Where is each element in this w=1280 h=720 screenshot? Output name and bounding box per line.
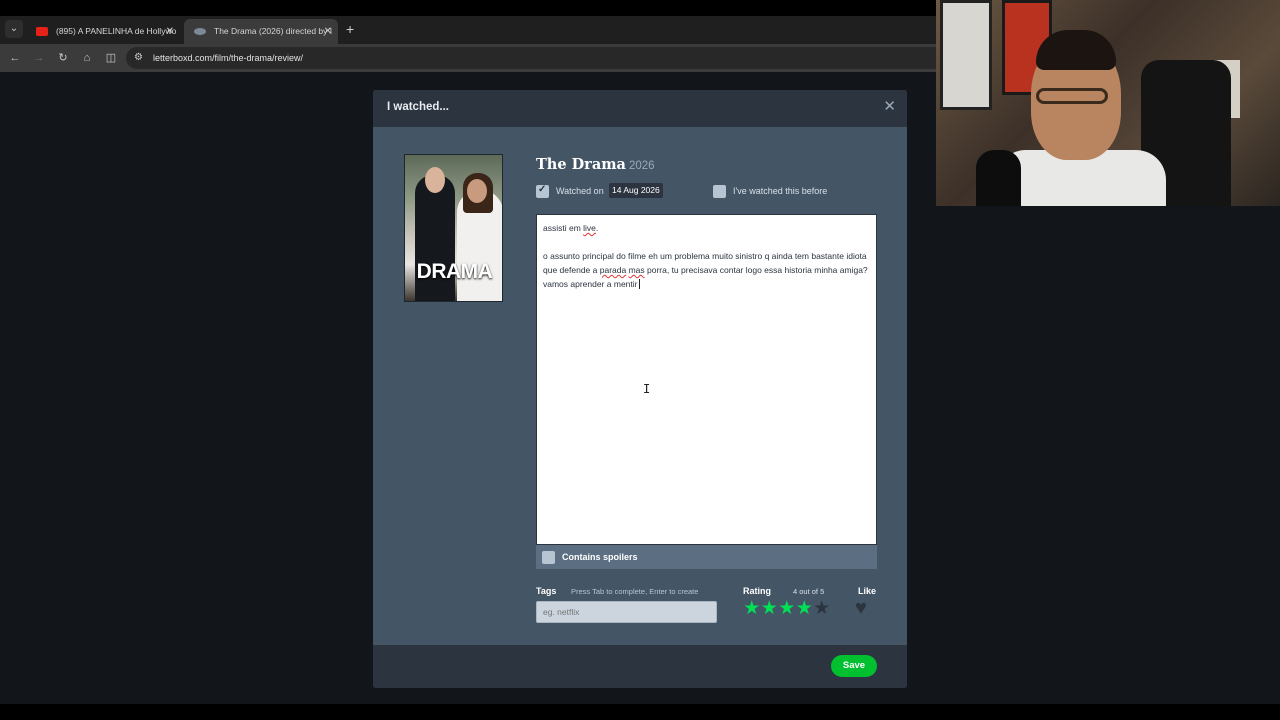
screen-bottom-strip (0, 704, 1280, 720)
youtube-icon (36, 27, 48, 36)
text-cursor-icon: I (643, 382, 651, 396)
close-icon[interactable]: ✕ (883, 99, 896, 115)
film-title: The Drama 2026 (536, 156, 655, 173)
tags-hint: Press Tab to complete, Enter to create (571, 587, 699, 596)
rating-label: Rating (743, 586, 771, 596)
browser-tab-youtube[interactable]: (895) A PANELINHA de Hollywo ✕ (26, 19, 180, 44)
star-icon[interactable]: ★ (796, 599, 814, 619)
wall-poster (940, 0, 992, 110)
modal-body: DRAMA The Drama2026 Watched on 14 Aug 20… (373, 127, 907, 645)
film-poster: DRAMA (404, 154, 503, 302)
tab-list-button[interactable]: ⌄ (5, 20, 23, 38)
spoiler-bar: Contains spoilers (536, 545, 877, 569)
modal-title: I watched... (387, 101, 449, 113)
film-year[interactable]: 2026 (629, 160, 655, 172)
split-view-icon[interactable]: ◫ (103, 50, 119, 66)
tags-label: Tags (536, 586, 557, 596)
person-glasses (1036, 88, 1108, 104)
close-tab-icon[interactable]: ✕ (324, 19, 332, 44)
site-info-icon[interactable]: ⚙ (134, 50, 143, 66)
person-hair (1036, 30, 1116, 70)
spoilers-checkbox[interactable] (542, 551, 555, 564)
review-text: assisti em live. o assunto principal do … (543, 223, 871, 289)
watched-on-label: Watched on (556, 186, 604, 196)
like-label: Like (858, 586, 877, 596)
rating-summary: 4 out of 5 (793, 587, 825, 596)
poster-title-text: DRAMA (416, 260, 493, 283)
log-film-modal: I watched... ✕ DRAMA The Drama2026 Watch… (373, 90, 907, 688)
tags-input[interactable] (536, 601, 717, 623)
close-tab-icon[interactable]: ✕ (166, 19, 174, 44)
poster-figure (425, 167, 445, 193)
address-bar[interactable]: ⚙ letterboxd.com/film/the-drama/review/ (126, 47, 936, 69)
modal-header: I watched... ✕ (373, 90, 907, 127)
watched-on-checkbox[interactable] (536, 184, 549, 198)
back-arrow-icon[interactable]: ← (7, 50, 23, 66)
heart-icon[interactable]: ♥ (855, 598, 867, 618)
spoilers-label: Contains spoilers (562, 552, 638, 562)
webcam-overlay (936, 0, 1280, 206)
star-icon[interactable]: ★ (743, 599, 761, 619)
microphone (976, 150, 1021, 206)
new-tab-icon[interactable]: + (346, 21, 354, 37)
film-title-text: The Drama (536, 156, 626, 173)
watched-date[interactable]: 14 Aug 2026 (609, 183, 663, 198)
home-icon[interactable]: ⌂ (79, 50, 95, 66)
review-textarea[interactable]: assisti em live. o assunto principal do … (536, 214, 877, 545)
browser-tab-letterboxd[interactable]: The Drama (2026) directed by I ✕ (184, 19, 338, 44)
rewatch-label: I've watched this before (733, 186, 828, 196)
star-icon[interactable]: ★ (778, 599, 796, 619)
star-icon[interactable]: ★ (813, 599, 831, 619)
rewatch-checkbox[interactable] (713, 185, 726, 198)
browser-tab-bar: ⌄ (895) A PANELINHA de Hollywo ✕ The Dra… (0, 0, 936, 44)
tab-title: (895) A PANELINHA de Hollywo (56, 26, 177, 36)
rating-stars[interactable]: ★★★★★ (743, 599, 831, 619)
forward-arrow-icon[interactable]: → (31, 50, 47, 66)
letterboxd-icon (194, 28, 206, 35)
chevron-down-icon: ⌄ (9, 23, 19, 34)
star-icon[interactable]: ★ (761, 599, 779, 619)
modal-footer: Save (373, 645, 907, 688)
reload-icon[interactable]: ↻ (55, 50, 71, 66)
browser-nav-bar: ← → ↻ ⌂ ◫ ⚙ letterboxd.com/film/the-dram… (0, 44, 936, 72)
tab-title: The Drama (2026) directed by I (214, 26, 333, 36)
poster-figure (467, 179, 487, 203)
save-button[interactable]: Save (831, 655, 877, 677)
url-text: letterboxd.com/film/the-drama/review/ (153, 53, 304, 63)
